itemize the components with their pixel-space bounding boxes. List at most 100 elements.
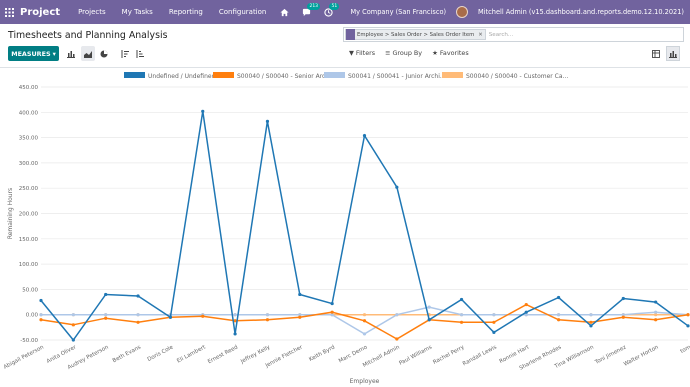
data-point-s0-9[interactable] [330, 301, 334, 306]
sort-descending-button[interactable] [118, 46, 132, 61]
legend-swatch-2[interactable] [324, 72, 345, 78]
filters-dropdown[interactable]: ▼ Filters [349, 49, 375, 57]
data-point-s0-1[interactable] [71, 338, 75, 342]
x-tick-label: tom [680, 344, 690, 354]
data-point-s1-20[interactable] [686, 313, 690, 317]
data-point-s2-0[interactable] [39, 313, 43, 317]
data-point-s1-0[interactable] [39, 318, 43, 322]
data-point-s1-7[interactable] [265, 318, 270, 322]
home-icon[interactable] [278, 6, 290, 18]
measures-button[interactable]: MEASURES ▾ [8, 46, 59, 61]
legend-swatch-1[interactable] [213, 72, 234, 78]
groupby-facet-icon [346, 29, 355, 40]
app-brand[interactable]: Project [20, 7, 60, 18]
data-point-s1-15[interactable] [524, 302, 528, 307]
data-point-s0-12[interactable] [427, 318, 431, 322]
activities-count-badge: 51 [329, 3, 340, 10]
data-point-s2-11[interactable] [395, 313, 399, 317]
data-point-s2-2[interactable] [104, 313, 108, 317]
data-point-s1-9[interactable] [330, 310, 334, 314]
data-point-s0-11[interactable] [395, 185, 399, 189]
messages-icon[interactable]: 213 [300, 3, 321, 18]
data-point-s2-19[interactable] [654, 310, 658, 314]
data-point-s1-1[interactable] [71, 323, 75, 327]
nav-menu-projects[interactable]: Projects [78, 8, 106, 16]
data-point-s0-16[interactable] [557, 295, 561, 300]
data-point-s1-8[interactable] [298, 315, 302, 319]
search-input[interactable]: Search... [489, 32, 514, 38]
nav-menu-reporting[interactable]: Reporting [169, 8, 203, 16]
apps-menu-icon[interactable] [0, 0, 18, 24]
pie-chart-button[interactable] [97, 46, 111, 61]
data-point-s3-10[interactable] [362, 313, 367, 317]
data-point-s2-7[interactable] [265, 313, 270, 317]
data-point-s0-19[interactable] [654, 300, 658, 304]
nav-menu-configuration[interactable]: Configuration [219, 8, 266, 16]
top-navbar: Project Projects My Tasks Reporting Conf… [0, 0, 690, 24]
data-point-s1-5[interactable] [201, 314, 205, 318]
data-point-s1-17[interactable] [589, 320, 593, 324]
data-point-s1-14[interactable] [492, 320, 496, 324]
data-point-s2-12[interactable] [427, 305, 431, 309]
data-point-s0-2[interactable] [104, 292, 108, 297]
bar-chart-button[interactable] [64, 46, 78, 61]
pivot-view-button[interactable] [649, 46, 663, 61]
data-point-s2-10[interactable] [362, 332, 367, 336]
legend-label-3[interactable]: S00040 / S00040 - Customer Ca... [466, 73, 568, 80]
search-facet: Employee > Sales Order > Sales Order Ite… [345, 29, 486, 40]
data-point-s2-6[interactable] [233, 313, 237, 317]
data-point-s0-20[interactable] [686, 324, 690, 328]
data-point-s1-18[interactable] [621, 315, 625, 319]
data-point-s1-19[interactable] [654, 318, 658, 322]
favorites-dropdown[interactable]: ★ Favorites [432, 49, 469, 57]
graph-view-button[interactable] [666, 46, 680, 61]
legend-label-2[interactable]: S00041 / S00041 - Junior Archi... [348, 73, 446, 80]
x-tick-label: Paul Williams [398, 344, 433, 366]
data-point-s1-11[interactable] [395, 337, 399, 341]
data-point-s1-13[interactable] [459, 320, 464, 324]
x-tick-label: Doris Cole [147, 344, 175, 363]
facet-remove-icon[interactable]: ✕ [476, 32, 484, 38]
data-point-s1-3[interactable] [136, 320, 140, 324]
legend-label-0[interactable]: Undefined / Undefined [148, 73, 216, 80]
caret-down-icon: ▾ [52, 49, 56, 58]
data-point-s0-15[interactable] [524, 310, 528, 314]
search-bar[interactable]: Employee > Sales Order > Sales Order Ite… [343, 27, 684, 42]
data-point-s0-6[interactable] [233, 332, 237, 336]
user-avatar[interactable] [456, 6, 469, 18]
data-point-s2-1[interactable] [71, 313, 75, 317]
data-point-s2-13[interactable] [459, 313, 464, 317]
data-point-s0-18[interactable] [621, 296, 625, 301]
facet-label: Employee > Sales Order > Sales Order Ite… [357, 31, 475, 38]
data-point-s2-16[interactable] [557, 313, 561, 317]
data-point-s0-17[interactable] [589, 324, 593, 328]
data-point-s0-14[interactable] [492, 330, 496, 335]
y-tick-label: 200.00 [19, 212, 39, 218]
data-point-s2-17[interactable] [589, 313, 593, 317]
data-point-s1-2[interactable] [104, 316, 108, 320]
data-point-s0-8[interactable] [298, 292, 302, 297]
user-menu[interactable]: Mitchell Admin (v15.dashboard.and.report… [478, 8, 684, 16]
company-switcher[interactable]: My Company (San Francisco) [350, 8, 446, 16]
data-point-s0-5[interactable] [201, 109, 205, 113]
y-axis-label: Remaining Hours [7, 188, 14, 239]
data-point-s0-10[interactable] [362, 133, 367, 138]
data-point-s2-3[interactable] [136, 313, 140, 317]
pie-chart-icon [100, 50, 108, 57]
data-point-s0-4[interactable] [168, 315, 172, 319]
sort-ascending-button[interactable] [133, 46, 147, 61]
data-point-s0-7[interactable] [265, 119, 270, 124]
data-point-s2-14[interactable] [492, 313, 496, 317]
activities-clock-icon[interactable]: 51 [322, 3, 340, 18]
line-chart-button[interactable] [81, 46, 95, 61]
legend-label-1[interactable]: S00040 / S00040 - Senior Archi... [237, 73, 337, 80]
data-point-s1-10[interactable] [362, 319, 367, 323]
data-point-s0-3[interactable] [136, 294, 140, 298]
legend-swatch-3[interactable] [442, 72, 463, 78]
data-point-s0-0[interactable] [39, 298, 43, 303]
data-point-s0-13[interactable] [459, 297, 464, 302]
nav-menu-my-tasks[interactable]: My Tasks [122, 8, 153, 16]
data-point-s1-16[interactable] [557, 318, 561, 322]
groupby-dropdown[interactable]: ≡ Group By [385, 49, 422, 57]
legend-swatch-0[interactable] [124, 72, 145, 78]
